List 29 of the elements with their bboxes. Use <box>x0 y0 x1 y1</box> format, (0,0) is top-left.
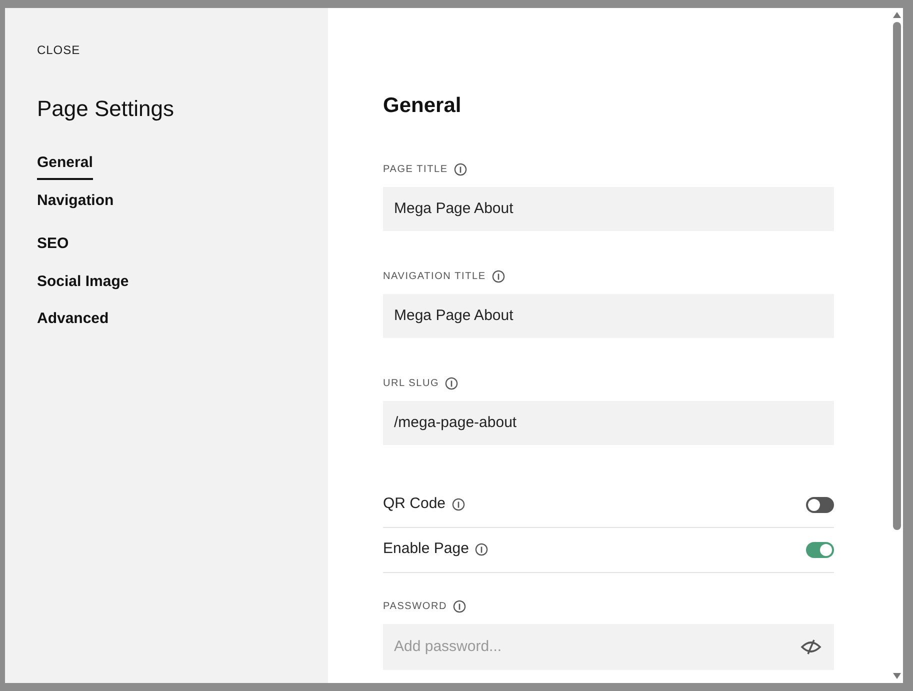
toggle-switch[interactable] <box>806 496 834 512</box>
close-button[interactable]: CLOSE <box>37 41 80 59</box>
toggle-switch[interactable] <box>806 542 834 558</box>
section-heading: General <box>383 93 462 119</box>
toggle-label: QR Code <box>383 494 446 514</box>
sidebar-tab[interactable]: General <box>37 152 93 180</box>
scroll-up-icon[interactable] <box>892 12 900 18</box>
field-label: NAVIGATION TITLE <box>383 270 486 284</box>
dialog-title: Page Settings <box>37 95 175 123</box>
field-label: PASSWORD <box>383 600 447 614</box>
sidebar-tab[interactable]: Social Image <box>37 270 129 298</box>
field-label: URL SLUG <box>383 376 440 390</box>
info-icon <box>492 270 505 282</box>
info-icon <box>445 376 458 390</box>
sidebar-tab[interactable]: Advanced <box>37 308 109 336</box>
sidebar-tab[interactable]: Navigation <box>37 190 114 217</box>
eye-off-icon[interactable] <box>800 638 822 656</box>
toggle-label: Enable Page <box>383 539 469 560</box>
field-label: PAGE TITLE <box>383 162 448 176</box>
info-icon <box>474 543 488 556</box>
text-field[interactable]: /mega-page-about <box>383 400 834 444</box>
scroll-down-icon[interactable] <box>892 673 900 679</box>
password-field[interactable]: Add password... <box>383 624 834 670</box>
text-field[interactable]: Mega Page About <box>383 186 834 230</box>
info-icon <box>452 498 465 511</box>
info-icon <box>454 162 467 176</box>
text-field[interactable]: Mega Page About <box>383 294 834 338</box>
info-icon <box>453 600 466 612</box>
sidebar-tab[interactable]: SEO <box>37 233 69 260</box>
